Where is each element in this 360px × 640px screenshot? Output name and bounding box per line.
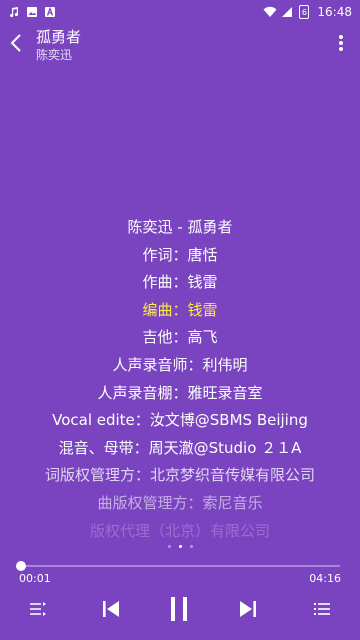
lyrics-view[interactable]: 陈奕迅 - 孤勇者 作词：唐恬作曲：钱雷编曲：钱雷吉他：高飞人声录音师：利伟明 人声… bbox=[0, 214, 360, 544]
more-vertical-icon bbox=[339, 35, 343, 51]
wifi-icon bbox=[263, 6, 277, 18]
page-dot bbox=[167, 545, 171, 548]
back-button[interactable] bbox=[6, 32, 28, 54]
lyric-line: 作词：唐恬 bbox=[142, 245, 218, 264]
top-bar: 孤勇者 陈奕迅 bbox=[0, 24, 360, 64]
lyric-line: 词版权管理方：北京梦织音传媒有限公司 bbox=[44, 466, 315, 485]
lyric-line: 人声录音棚：雅旺录音室 bbox=[97, 383, 263, 402]
status-right: 6 16:48 bbox=[263, 5, 352, 19]
play-mode-button[interactable] bbox=[23, 594, 53, 624]
clock: 16:48 bbox=[317, 5, 352, 19]
a-icon bbox=[44, 6, 56, 18]
lyric-line: Vocal edite：汝文博@SBMS Beijing bbox=[52, 411, 308, 430]
previous-button[interactable] bbox=[96, 594, 126, 624]
page-dot bbox=[189, 545, 193, 548]
pause-icon bbox=[171, 597, 187, 621]
queue-list-icon bbox=[314, 603, 330, 615]
playback-controls bbox=[0, 590, 360, 630]
lyric-line: 曲版权管理方：索尼音乐 bbox=[97, 493, 263, 512]
next-button[interactable] bbox=[233, 594, 263, 624]
pause-button[interactable] bbox=[164, 594, 194, 624]
page-dot bbox=[178, 545, 182, 548]
lyric-line: 编曲：钱雷 bbox=[142, 300, 218, 319]
battery-level: 6 bbox=[301, 7, 307, 17]
battery-icon: 6 bbox=[299, 5, 310, 19]
back-chevron-icon bbox=[10, 34, 21, 52]
queue-button[interactable] bbox=[307, 594, 337, 624]
total-time: 04:16 bbox=[309, 572, 341, 585]
previous-icon bbox=[103, 601, 119, 617]
image-icon bbox=[26, 6, 38, 18]
artist-name[interactable]: 陈奕迅 bbox=[36, 46, 72, 63]
progress-bar[interactable] bbox=[16, 561, 340, 571]
lyric-line: 版权代理（北京）有限公司 bbox=[89, 521, 270, 540]
lyric-line: 吉他：高飞 bbox=[142, 328, 218, 347]
progress-thumb[interactable] bbox=[16, 561, 27, 571]
signal-icon bbox=[281, 6, 293, 18]
music-note-icon bbox=[8, 6, 20, 18]
current-time: 00:01 bbox=[19, 572, 51, 585]
status-left bbox=[8, 6, 56, 18]
next-icon bbox=[240, 601, 256, 617]
page-indicator bbox=[0, 545, 360, 548]
playlist-mode-icon bbox=[30, 602, 46, 616]
more-options-button[interactable] bbox=[328, 30, 354, 56]
status-bar: 6 16:48 bbox=[0, 0, 360, 24]
lyric-line: 人声录音师：利伟明 bbox=[112, 355, 248, 374]
lyric-line: 作曲：钱雷 bbox=[142, 273, 218, 292]
song-title: 孤勇者 bbox=[36, 28, 82, 46]
lyric-line: 陈奕迅 - 孤勇者 bbox=[127, 218, 233, 236]
lyric-line: 混音、母带：周天澈@Studio ２１A bbox=[58, 438, 302, 457]
